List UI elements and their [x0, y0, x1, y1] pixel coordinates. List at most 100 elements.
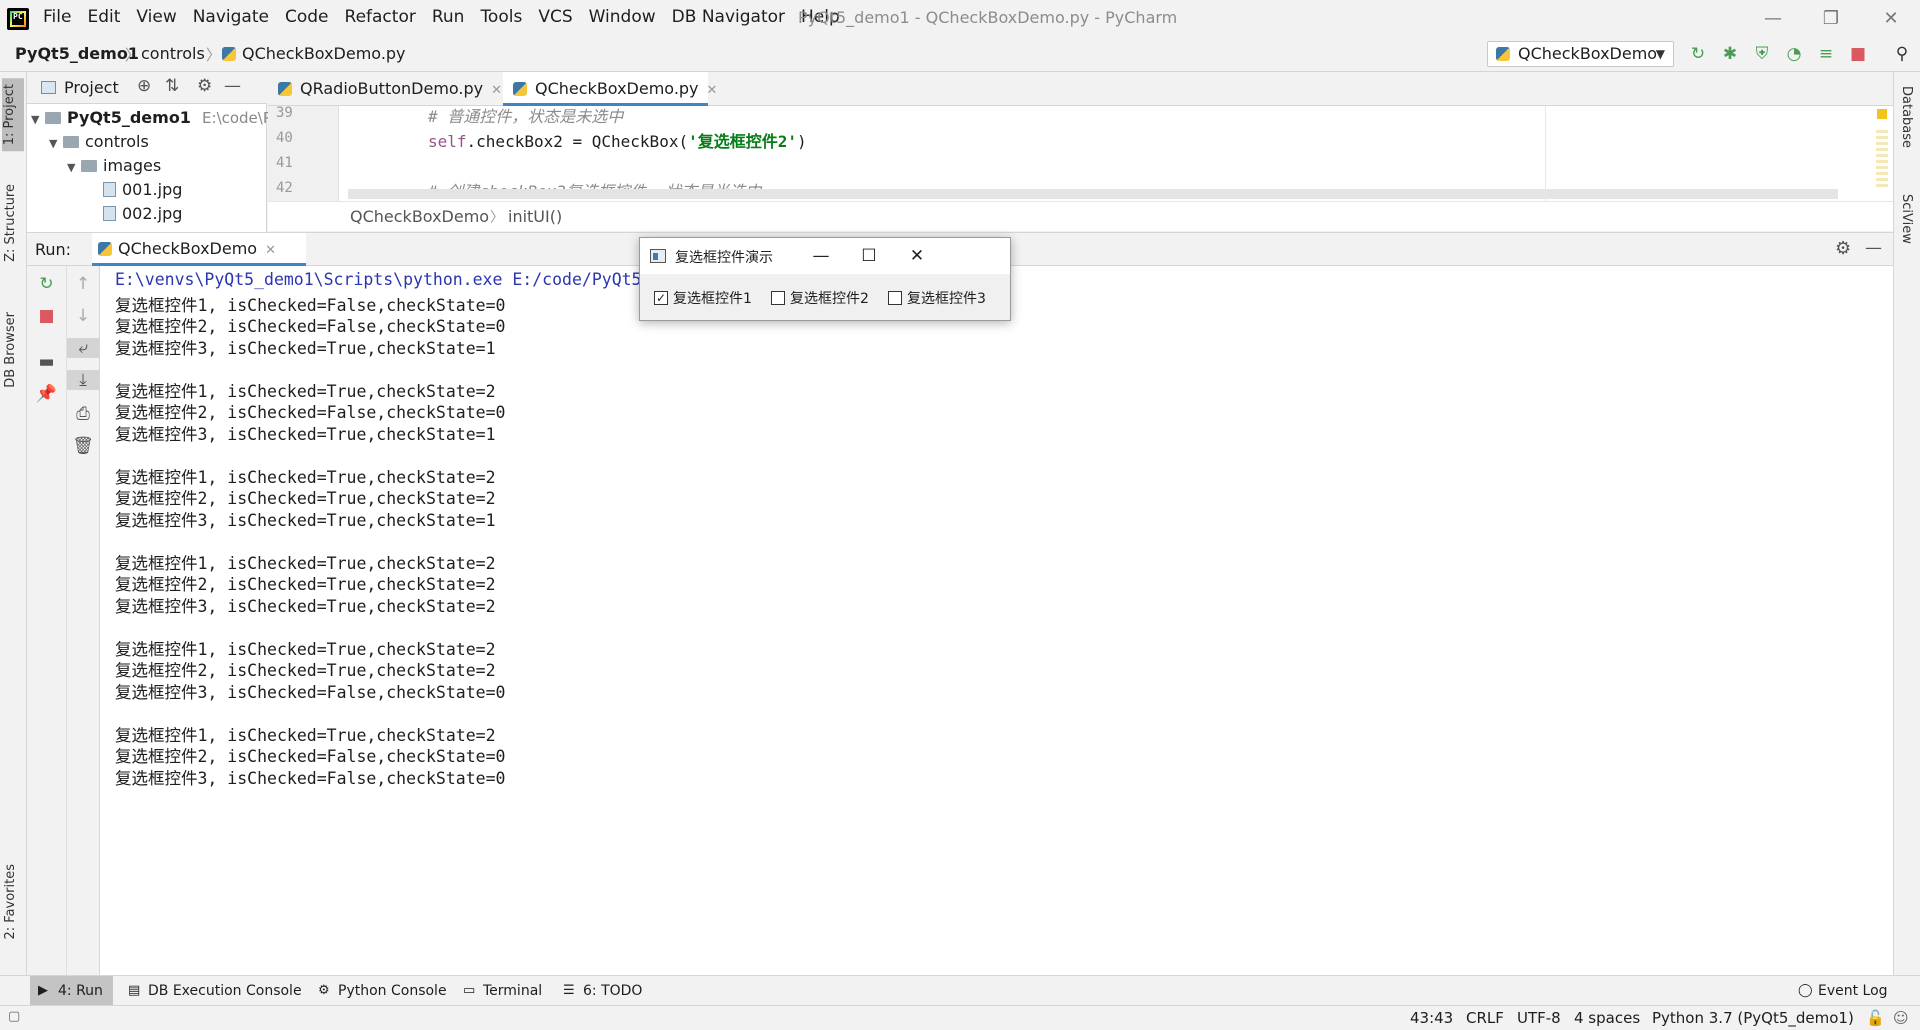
rerun-icon[interactable]: ↻ [1688, 44, 1708, 64]
profile-icon[interactable]: ◔ [1784, 44, 1804, 64]
editor-tab-qcheckboxdemo[interactable]: QCheckBoxDemo.py ✕ [503, 72, 717, 106]
stop-icon[interactable]: ■ [27, 306, 66, 326]
indent-setting[interactable]: 4 spaces [1574, 1009, 1640, 1027]
gear-icon[interactable]: ⚙ [197, 76, 212, 96]
tree-item-images[interactable]: ▼ images [67, 154, 161, 178]
checkbox-1-box[interactable]: ✓ [654, 291, 668, 305]
checkbox-3-label: 复选框控件3 [907, 291, 986, 307]
tree-item-root[interactable]: ▼ PyQt5_demo1 E:\code\Py [31, 106, 281, 130]
hide-panel-icon[interactable]: — [1865, 238, 1882, 258]
breadcrumb-method[interactable]: initUI() [508, 207, 562, 226]
breadcrumb-class[interactable]: QCheckBoxDemo [350, 207, 489, 226]
line-number-gutter: 39 40 41 42 [268, 105, 338, 201]
hide-panel-icon[interactable]: — [224, 76, 241, 96]
checkbox-1-label: 复选框控件1 [673, 291, 752, 307]
editor-tab-bar: QRadioButtonDemo.py ✕ QCheckBoxDemo.py ✕ [268, 72, 1893, 106]
trash-icon[interactable]: 🗑 [67, 436, 99, 456]
menu-run[interactable]: Run [432, 7, 465, 27]
inspector-icon[interactable]: ☺ [1893, 1009, 1909, 1027]
checkbox-3[interactable]: 复选框控件3 [888, 288, 986, 308]
tool-tab-db-browser[interactable]: DB Browser [3, 312, 18, 388]
python-interpreter[interactable]: Python 3.7 (PyQt5_demo1) [1652, 1009, 1854, 1027]
tool-tab-python-console[interactable]: ⚙ Python Console [310, 976, 457, 1006]
breadcrumb-file[interactable]: QCheckBoxDemo.py [222, 44, 406, 63]
tree-item-file[interactable]: 002.jpg [103, 202, 182, 226]
stop-icon[interactable]: ■ [1848, 44, 1868, 64]
project-panel-title[interactable]: Project [64, 78, 119, 97]
dialog-titlebar[interactable]: 复选框控件演示 — ☐ ✕ [640, 238, 1010, 274]
line-number: 42 [276, 180, 293, 196]
menu-edit[interactable]: Edit [87, 7, 120, 27]
menu-refactor[interactable]: Refactor [345, 7, 416, 27]
checkbox-2-label: 复选框控件2 [790, 291, 869, 307]
breadcrumb-project[interactable]: PyQt5_demo1 [15, 44, 139, 63]
error-stripe[interactable] [1876, 130, 1888, 190]
tool-tab-sciview[interactable]: SciView [1899, 194, 1914, 244]
checkbox-3-box[interactable] [888, 291, 902, 305]
tool-tab-database[interactable]: Database [1899, 86, 1914, 148]
tool-tab-terminal[interactable]: ▭ Terminal [455, 976, 552, 1006]
restore-button[interactable]: ❐ [1802, 0, 1860, 36]
caret-position[interactable]: 43:43 [1410, 1009, 1453, 1027]
checkbox-2[interactable]: 复选框控件2 [771, 288, 869, 308]
scroll-to-end-icon[interactable]: ⤓ [67, 370, 99, 390]
tool-tab-event-log[interactable]: ◯ Event Log [1790, 976, 1898, 1006]
search-icon[interactable]: ⚲ [1892, 44, 1912, 64]
debug-icon[interactable]: ✱ [1720, 44, 1740, 64]
checkbox-2-box[interactable] [771, 291, 785, 305]
file-encoding[interactable]: UTF-8 [1517, 1009, 1561, 1027]
minimize-button[interactable]: — [1744, 0, 1802, 36]
menu-db-navigator[interactable]: DB Navigator [672, 7, 785, 27]
pin-icon[interactable]: 📌 [27, 384, 66, 404]
tool-tab-db-console[interactable]: ▤ DB Execution Console [120, 976, 312, 1006]
console-output-line: 复选框控件3, isChecked=True,checkState=1 [115, 338, 496, 358]
menu-code[interactable]: Code [285, 7, 329, 27]
code-line: self.checkBox2 = QCheckBox('复选框控件2') [428, 128, 807, 152]
tool-tab-project[interactable]: 1: Project [2, 78, 24, 152]
close-tab-icon[interactable]: ✕ [707, 83, 718, 98]
menu-view[interactable]: View [136, 7, 176, 27]
dialog-close-button[interactable]: ✕ [888, 238, 946, 274]
tree-item-file[interactable]: 001.jpg [103, 178, 182, 202]
layout-icon[interactable]: ▬ [27, 352, 66, 372]
run-tab-qcheckboxdemo[interactable]: QCheckBoxDemo ✕ [92, 233, 306, 266]
toggle-tool-windows-icon[interactable]: ▢ [8, 1009, 20, 1024]
menu-navigate[interactable]: Navigate [193, 7, 269, 27]
menu-window[interactable]: Window [589, 7, 656, 27]
close-tab-icon[interactable]: ✕ [265, 243, 276, 258]
warning-stripe-icon[interactable] [1877, 109, 1887, 119]
editor-tab-label: QRadioButtonDemo.py [300, 79, 484, 98]
rerun-icon[interactable]: ↻ [27, 274, 66, 294]
console-output-line: 复选框控件3, isChecked=True,checkState=2 [115, 596, 496, 616]
line-separator[interactable]: CRLF [1466, 1009, 1504, 1027]
menu-file[interactable]: File [43, 7, 71, 27]
print-icon[interactable]: ⎙ [67, 404, 99, 424]
tool-tab-structure[interactable]: Z: Structure [3, 184, 18, 262]
menu-tools[interactable]: Tools [480, 7, 522, 27]
tool-tab-favorites[interactable]: 2: Favorites [3, 864, 18, 940]
gear-icon[interactable]: ⚙ [1835, 238, 1851, 259]
horizontal-scrollbar[interactable] [348, 189, 1838, 199]
breadcrumb-folder[interactable]: controls [141, 44, 205, 63]
collapse-all-icon[interactable]: ⇅ [165, 76, 179, 96]
checkbox-1[interactable]: ✓ 复选框控件1 [654, 288, 752, 308]
run-console[interactable]: E:\venvs\PyQt5_demo1\Scripts\python.exe … [100, 266, 1893, 975]
locate-icon[interactable]: ⊕ [137, 76, 151, 96]
close-tab-icon[interactable]: ✕ [491, 83, 502, 98]
coverage-icon[interactable]: ⛨ [1752, 44, 1772, 64]
image-file-icon [103, 182, 116, 197]
close-window-button[interactable]: ✕ [1862, 0, 1920, 36]
run-configuration-select[interactable]: QCheckBoxDemo ▼ [1487, 41, 1674, 67]
lock-icon[interactable]: 🔓 [1866, 1009, 1885, 1027]
editor-tab-qradiobuttondemo[interactable]: QRadioButtonDemo.py ✕ [268, 72, 502, 106]
tool-tab-todo[interactable]: ☰ 6: TODO [555, 976, 652, 1006]
tree-item-controls[interactable]: ▼ controls [49, 130, 149, 154]
tool-tab-run[interactable]: ▶ 4: Run [30, 976, 113, 1006]
soft-wrap-icon[interactable]: ⤶ [67, 338, 99, 358]
code-editor[interactable]: 39 40 41 42 # 普通控件，状态是未选中 self.checkBox2… [268, 105, 1893, 201]
arrow-up-icon[interactable]: ↑ [67, 274, 99, 294]
arrow-down-icon[interactable]: ↓ [67, 306, 99, 326]
concurrency-icon[interactable]: ≡ [1816, 44, 1836, 64]
minimize-icon: — [812, 246, 830, 266]
menu-vcs[interactable]: VCS [538, 7, 572, 27]
